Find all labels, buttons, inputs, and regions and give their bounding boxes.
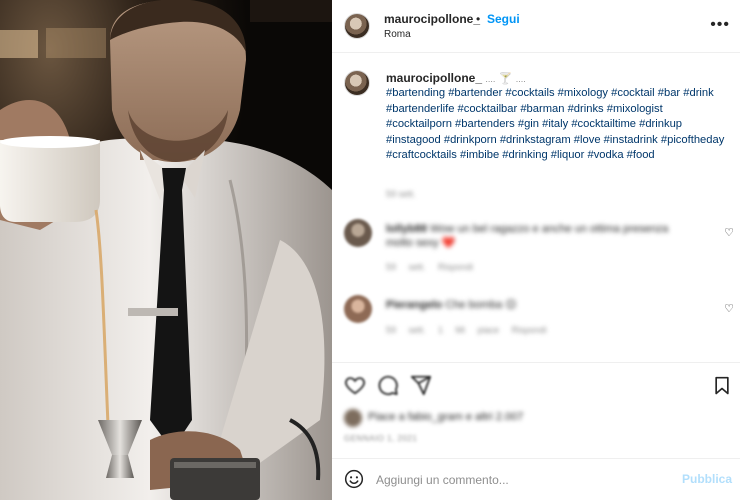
heart-icon[interactable]	[344, 374, 366, 396]
post-details-panel: maurocipollone_ • Segui Roma ••• mauroci…	[332, 0, 740, 500]
comment-item: lollyb88 Wow un bel ragazzo e anche un o…	[332, 216, 740, 276]
comment-icon[interactable]	[377, 374, 399, 396]
cocktail-emoji: 🍸	[498, 73, 513, 85]
caption-username[interactable]: maurocipollone_	[386, 71, 482, 85]
caption-emoji-suffix: ....	[515, 74, 526, 84]
caption-suffix: ....	[485, 74, 496, 84]
comment-username[interactable]: Pierangelo	[386, 299, 442, 311]
comment-meta: 59 sett. 1 Mi piace Rispondi	[386, 325, 547, 335]
caption-header: maurocipollone_ .... 🍸 ....	[386, 71, 526, 85]
comment-body: lollyb88 Wow un bel ragazzo e anche un o…	[386, 222, 696, 250]
post-photo[interactable]	[0, 0, 332, 500]
comment-body: Pierangelo Che bomba 😊	[386, 298, 696, 312]
bartender-photo-illustration	[0, 0, 332, 500]
post-actions-bar	[332, 370, 740, 400]
location-link[interactable]: Roma	[384, 29, 411, 40]
comment-item: Pierangelo Che bomba 😊 59 sett. 1 Mi pia…	[332, 292, 740, 352]
commenter-avatar[interactable]	[344, 295, 372, 323]
likes-summary[interactable]: Piace a fabio_gram e altri 2.007	[344, 408, 724, 428]
comment-input[interactable]	[376, 469, 666, 491]
caption-timestamp: 59 sett.	[386, 189, 416, 199]
comment-heart-icon[interactable]: ♡	[724, 302, 734, 315]
add-comment-bar: Pubblica	[332, 459, 740, 500]
comment-username[interactable]: lollyb88	[386, 223, 427, 235]
commenter-avatar[interactable]	[344, 219, 372, 247]
post-header: maurocipollone_ • Segui Roma •••	[332, 0, 740, 52]
comment-meta: 59 sett. Rispondi	[386, 262, 474, 272]
follow-button[interactable]: Segui	[487, 12, 520, 26]
user-avatar[interactable]	[344, 13, 370, 39]
header-username[interactable]: maurocipollone_	[384, 12, 480, 26]
comments-scroll-area[interactable]: maurocipollone_ .... 🍸 .... #bartending …	[332, 59, 740, 362]
share-icon[interactable]	[410, 374, 432, 396]
header-separator: •	[476, 12, 481, 26]
actions-divider	[332, 362, 740, 363]
post-date: GENNAIO 1, 2021	[344, 434, 418, 443]
caption-hashtags[interactable]: #bartending #bartender #cocktails #mixol…	[386, 86, 731, 164]
bookmark-icon[interactable]	[712, 375, 732, 397]
header-divider	[332, 52, 740, 53]
more-horizontal-icon[interactable]: •••	[710, 16, 730, 34]
emoji-icon[interactable]	[344, 469, 364, 489]
comment-heart-icon[interactable]: ♡	[724, 226, 734, 239]
comment-text: Wow un bel ragazzo e anche un ottima pre…	[386, 223, 669, 249]
likes-text[interactable]: Piace a fabio_gram e altri 2.007	[368, 411, 523, 423]
comment-text: Che bomba 😊	[445, 299, 517, 311]
publish-button[interactable]: Pubblica	[682, 472, 732, 486]
liker-avatar	[344, 409, 362, 427]
caption-avatar[interactable]	[344, 70, 370, 96]
